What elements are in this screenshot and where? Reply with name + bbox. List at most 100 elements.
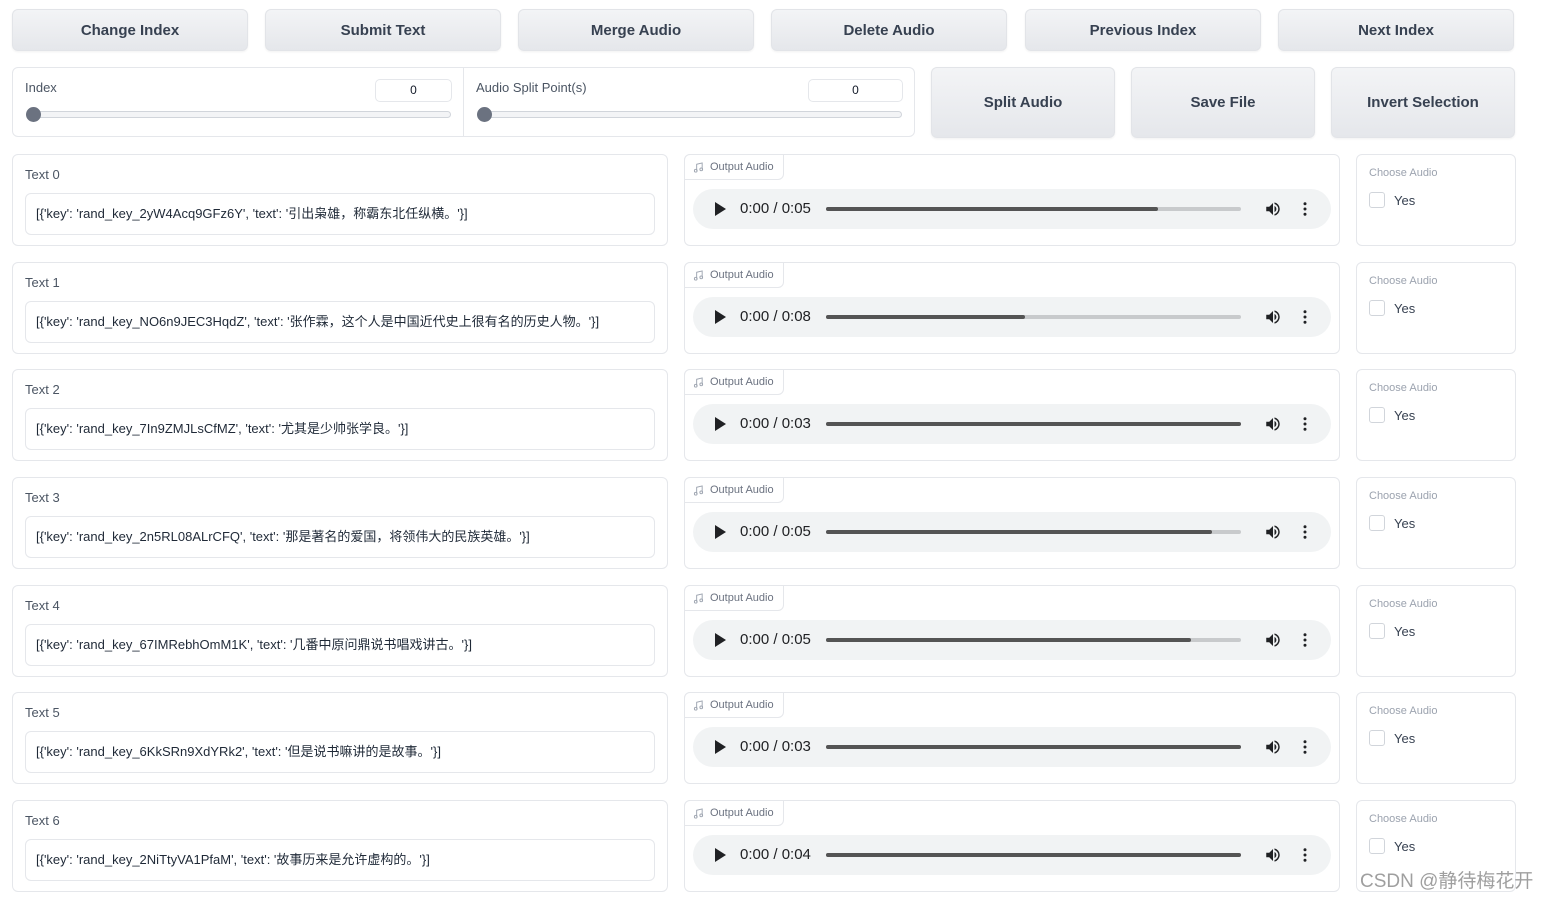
choose-audio-option[interactable]: Yes <box>1369 515 1415 531</box>
invert-selection-button[interactable]: Invert Selection <box>1331 67 1515 138</box>
split-point-slider-thumb[interactable] <box>477 107 492 122</box>
text-input[interactable]: [{'key': 'rand_key_7In9ZMJLsCfMZ', 'text… <box>25 408 655 450</box>
audio-progress-fill <box>826 853 1241 857</box>
text-input[interactable]: [{'key': 'rand_key_2yW4Acq9GFz6Y', 'text… <box>25 193 655 235</box>
yes-checkbox[interactable] <box>1369 407 1385 423</box>
text-input[interactable]: [{'key': 'rand_key_6KkSRn9XdYRk2', 'text… <box>25 731 655 773</box>
more-options-icon[interactable] <box>1296 523 1314 541</box>
merge-audio-button[interactable]: Merge Audio <box>518 9 754 51</box>
audio-progress-bar[interactable] <box>826 530 1241 534</box>
output-audio-tag: Output Audio <box>684 585 784 611</box>
volume-icon[interactable] <box>1264 523 1282 541</box>
more-options-icon[interactable] <box>1296 415 1314 433</box>
audio-progress-bar[interactable] <box>826 638 1241 642</box>
next-index-button[interactable]: Next Index <box>1278 9 1514 51</box>
yes-checkbox[interactable] <box>1369 300 1385 316</box>
volume-icon[interactable] <box>1264 200 1282 218</box>
yes-label: Yes <box>1394 730 1416 746</box>
audio-player[interactable]: 0:00 / 0:04 <box>693 835 1331 875</box>
index-number-input[interactable]: 0 <box>375 79 452 102</box>
volume-icon[interactable] <box>1264 308 1282 326</box>
yes-checkbox[interactable] <box>1369 730 1385 746</box>
music-note-icon <box>693 592 704 604</box>
play-icon[interactable] <box>713 633 727 647</box>
yes-checkbox[interactable] <box>1369 838 1385 854</box>
choose-audio-option[interactable]: Yes <box>1369 192 1415 208</box>
yes-label: Yes <box>1394 300 1416 316</box>
audio-panel: Output Audio 0:00 / 0:05 <box>684 154 1340 246</box>
audio-progress-bar[interactable] <box>826 315 1241 319</box>
audio-player[interactable]: 0:00 / 0:05 <box>693 512 1331 552</box>
audio-panel: Output Audio 0:00 / 0:08 <box>684 262 1340 354</box>
more-options-icon[interactable] <box>1296 631 1314 649</box>
output-audio-label: Output Audio <box>710 376 774 388</box>
choose-audio-option[interactable]: Yes <box>1369 300 1415 316</box>
choose-audio-panel: Choose Audio Yes <box>1356 692 1516 784</box>
volume-icon[interactable] <box>1264 631 1282 649</box>
audio-panel: Output Audio 0:00 / 0:04 <box>684 800 1340 892</box>
more-options-icon[interactable] <box>1296 738 1314 756</box>
output-audio-tag: Output Audio <box>684 800 784 826</box>
yes-label: Yes <box>1394 838 1416 854</box>
text-input[interactable]: [{'key': 'rand_key_2n5RL08ALrCFQ', 'text… <box>25 516 655 558</box>
audio-progress-bar[interactable] <box>826 422 1241 426</box>
audio-progress-bar[interactable] <box>826 853 1241 857</box>
text-input[interactable]: [{'key': 'rand_key_NO6n9JEC3HqdZ', 'text… <box>25 301 655 343</box>
split-point-slider[interactable] <box>477 107 902 122</box>
previous-index-button[interactable]: Previous Index <box>1025 9 1261 51</box>
choose-audio-option[interactable]: Yes <box>1369 623 1415 639</box>
play-icon[interactable] <box>713 848 727 862</box>
index-slider[interactable] <box>26 107 451 122</box>
audio-player[interactable]: 0:00 / 0:03 <box>693 727 1331 767</box>
output-audio-tag: Output Audio <box>684 692 784 718</box>
split-audio-button[interactable]: Split Audio <box>931 67 1115 138</box>
volume-icon[interactable] <box>1264 738 1282 756</box>
music-note-icon <box>693 484 704 496</box>
audio-progress-fill <box>826 530 1212 534</box>
choose-audio-option[interactable]: Yes <box>1369 838 1415 854</box>
play-icon[interactable] <box>713 525 727 539</box>
music-note-icon <box>693 807 704 819</box>
volume-icon[interactable] <box>1264 415 1282 433</box>
music-note-icon <box>693 269 704 281</box>
audio-time: 0:00 / 0:03 <box>740 738 811 755</box>
play-icon[interactable] <box>713 417 727 431</box>
text-panel: Text 1 [{'key': 'rand_key_NO6n9JEC3HqdZ'… <box>12 262 668 354</box>
audio-player[interactable]: 0:00 / 0:05 <box>693 620 1331 660</box>
play-icon[interactable] <box>713 202 727 216</box>
audio-player[interactable]: 0:00 / 0:03 <box>693 404 1331 444</box>
index-slider-thumb[interactable] <box>26 107 41 122</box>
yes-label: Yes <box>1394 192 1416 208</box>
more-options-icon[interactable] <box>1296 846 1314 864</box>
volume-icon[interactable] <box>1264 846 1282 864</box>
save-file-button[interactable]: Save File <box>1131 67 1315 138</box>
text-panel: Text 6 [{'key': 'rand_key_2NiTtyVA1PfaM'… <box>12 800 668 892</box>
play-icon[interactable] <box>713 740 727 754</box>
text-input[interactable]: [{'key': 'rand_key_2NiTtyVA1PfaM', 'text… <box>25 839 655 881</box>
yes-checkbox[interactable] <box>1369 623 1385 639</box>
more-options-icon[interactable] <box>1296 308 1314 326</box>
yes-checkbox[interactable] <box>1369 515 1385 531</box>
choose-audio-label: Choose Audio <box>1369 813 1438 825</box>
submit-text-button[interactable]: Submit Text <box>265 9 501 51</box>
yes-checkbox[interactable] <box>1369 192 1385 208</box>
yes-label: Yes <box>1394 407 1416 423</box>
split-point-number-input[interactable]: 0 <box>808 79 903 102</box>
choose-audio-label: Choose Audio <box>1369 167 1438 179</box>
delete-audio-button[interactable]: Delete Audio <box>771 9 1007 51</box>
choose-audio-option[interactable]: Yes <box>1369 407 1415 423</box>
play-icon[interactable] <box>713 310 727 324</box>
output-audio-tag: Output Audio <box>684 262 784 288</box>
output-audio-label: Output Audio <box>710 592 774 604</box>
text-label: Text 4 <box>25 598 60 613</box>
audio-progress-bar[interactable] <box>826 207 1241 211</box>
audio-player[interactable]: 0:00 / 0:05 <box>693 189 1331 229</box>
audio-player[interactable]: 0:00 / 0:08 <box>693 297 1331 337</box>
text-input[interactable]: [{'key': 'rand_key_67IMRebhOmM1K', 'text… <box>25 624 655 666</box>
slider-panel: Index 0 Audio Split Point(s) 0 <box>12 67 915 137</box>
choose-audio-option[interactable]: Yes <box>1369 730 1415 746</box>
more-options-icon[interactable] <box>1296 200 1314 218</box>
choose-audio-label: Choose Audio <box>1369 275 1438 287</box>
audio-progress-bar[interactable] <box>826 745 1241 749</box>
change-index-button[interactable]: Change Index <box>12 9 248 51</box>
